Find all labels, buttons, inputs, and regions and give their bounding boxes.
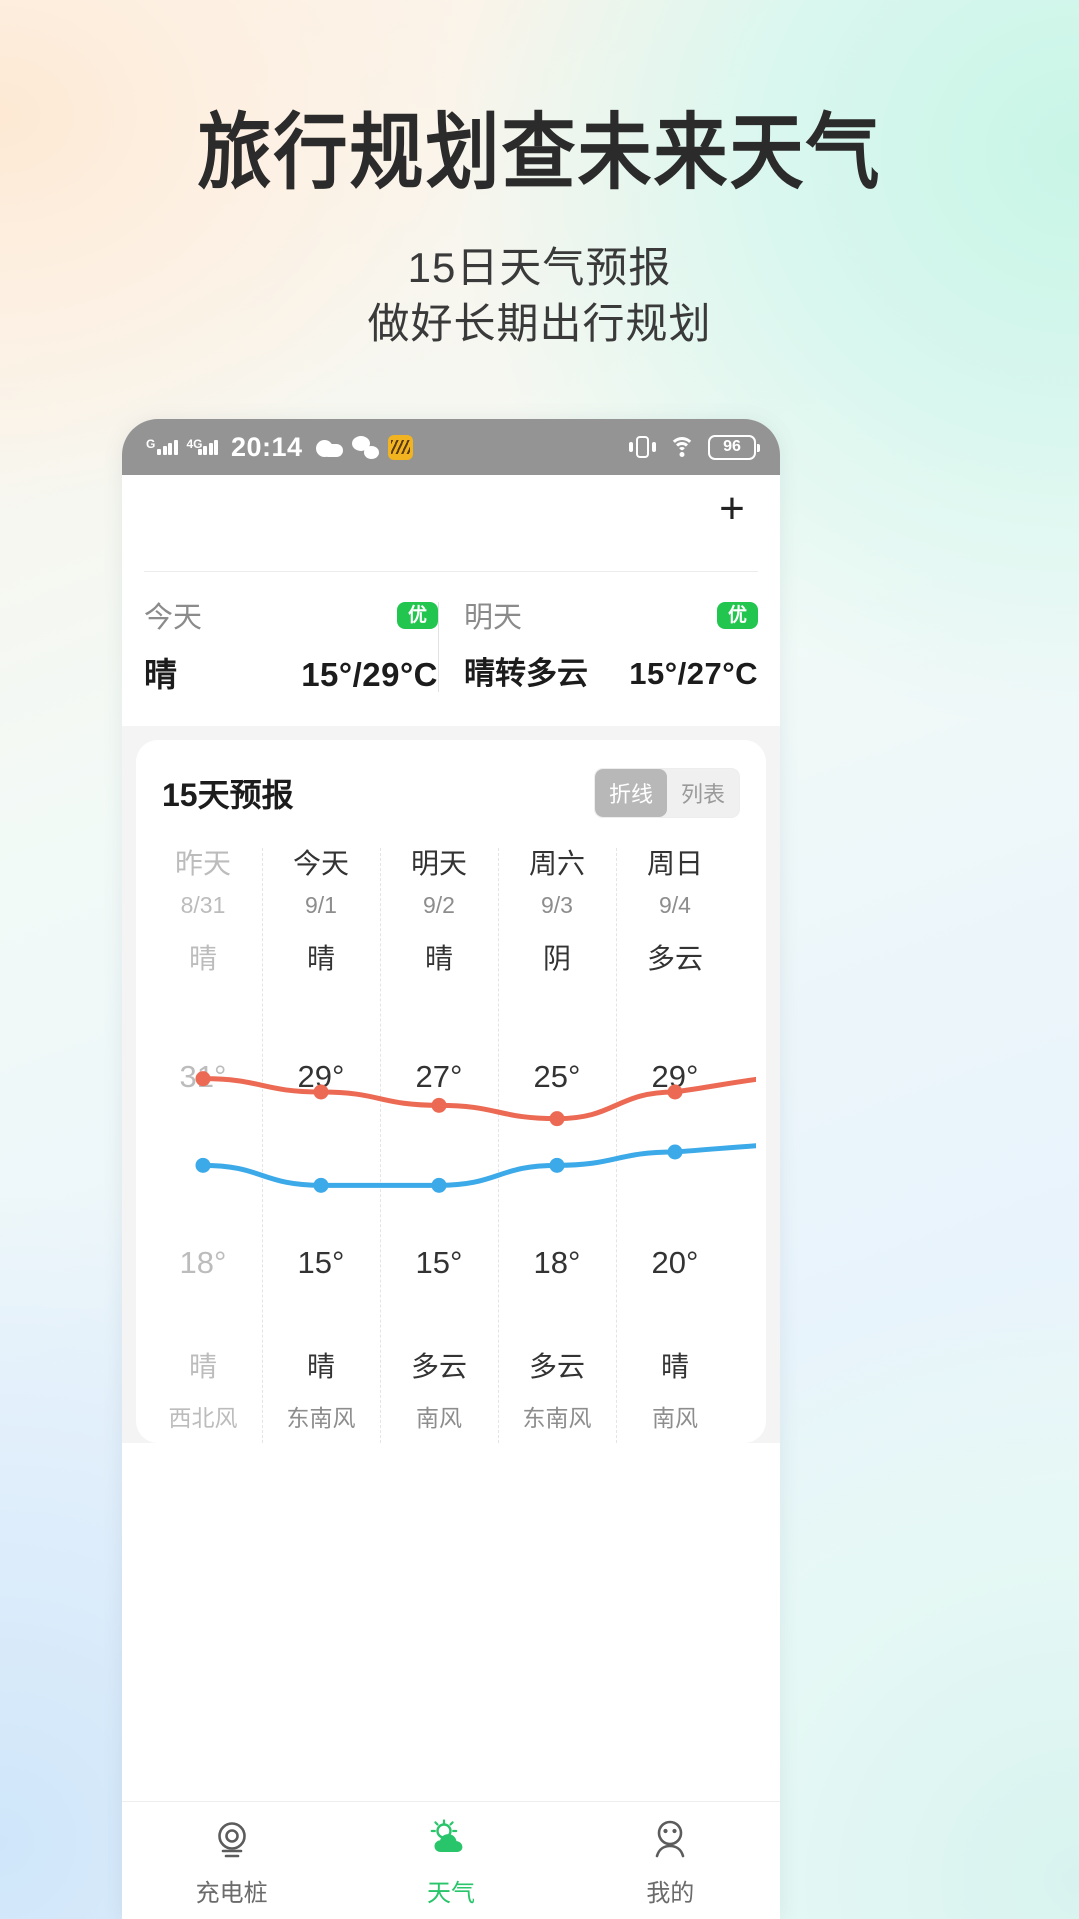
forecast-day-condition: 晴 [188,943,217,974]
forecast-day-name: 昨天 [174,848,231,879]
summary-today-top: 今天 优 [144,598,438,634]
wifi-icon [668,436,696,458]
forecast-high-temp: 29° [651,1059,699,1094]
summary-tomorrow-temperature: 15°/27°C [629,656,758,691]
promo-subtitle-line1: 15日天气预报 [407,244,672,291]
wechat-icon [351,435,379,459]
phone-mockup: G 4G 20:14 96 + 今天 优 晴 15°/29°C 明天 优 晴转多… [122,419,780,1919]
summary-today-aqi-badge: 优 [396,601,438,629]
forecast-date: 9/3 [541,892,573,918]
promo-headline: 旅行规划查未来天气 [197,105,882,202]
summary-tomorrow-condition: 晴转多云 [464,656,588,691]
forecast-wind: 东南风 [522,1405,592,1431]
forecast-low-temp: 15° [297,1245,345,1280]
forecast-day-name: 周六 [528,848,585,879]
weather-icon [341,1813,560,1867]
signal-bars-icon-2: 4G [186,436,218,455]
forecast-night-condition: 多云 [410,1351,467,1382]
battery-indicator: 96 [708,434,760,460]
nav-item-profile[interactable]: 我的 [561,1813,780,1908]
forecast-columns[interactable]: 昨天 8/31 晴 31° 18° 晴西北风 今天 9/1 晴 29° 15° 晴东南风 明天 9/2 晴 2… [136,842,766,1443]
bottom-navigation[interactable]: 充电桩 天气 我的 [122,1801,780,1919]
summary-today[interactable]: 今天 优 晴 15°/29°C [144,598,438,696]
forecast-wind: 南风 [652,1405,698,1431]
nav-label-weather: 天气 [426,1880,475,1907]
forecast-column[interactable]: 周六 9/3 阴 25° 18° 多云东南风 [498,842,616,1443]
forecast-wind: 南风 [416,1405,462,1431]
forecast-night-condition: 多云 [528,1351,585,1382]
toggle-line-view[interactable]: 折线 [594,769,667,817]
forecast-day-name: 明天 [410,848,467,879]
promo-subtitle-line2: 做好长期出行规划 [367,300,712,347]
forecast-card-header: 15天预报 折线 列表 [136,766,766,820]
forecast-column[interactable]: 今天 9/1 晴 29° 15° 晴东南风 [262,842,380,1443]
forecast-wind: 西北风 [168,1405,238,1431]
add-city-button[interactable]: + [712,487,752,531]
app-content: + 今天 优 晴 15°/29°C 明天 优 晴转多云 15°/27°C 15天… [122,475,780,1443]
forecast-night-condition: 晴 [306,1351,335,1382]
charging-pile-icon [122,1813,341,1867]
nav-item-weather[interactable]: 天气 [341,1813,560,1908]
forecast-column[interactable]: 昨天 8/31 晴 31° 18° 晴西北风 [144,842,262,1443]
forecast-high-temp: 29° [297,1059,345,1094]
forecast-low-temp: 15° [415,1245,463,1280]
signal-bars-icon-1: G [146,436,178,455]
forecast-card-title: 15天预报 [162,777,294,813]
forecast-view-toggle[interactable]: 折线 列表 [593,768,740,818]
summary-today-temperature: 15°/29°C [301,656,438,693]
cloud-icon [315,438,343,457]
battery-percent-label: 96 [723,438,741,455]
forecast-column[interactable]: 周日 9/4 多云 29° 20° 晴南风 [616,842,734,1443]
status-bar-left: G 4G 20:14 [146,432,413,463]
forecast-wind: 东南风 [286,1405,356,1431]
forecast-low-temp: 18° [179,1245,227,1280]
summary-today-bottom: 晴 15°/29°C [144,648,438,696]
forecast-day-condition: 晴 [424,943,453,974]
nav-label-charging-pile: 充电桩 [195,1880,268,1907]
summary-today-condition: 晴 [144,656,177,693]
status-bar: G 4G 20:14 96 [122,419,780,475]
status-bar-right: 96 [629,434,760,460]
forecast-date: 9/1 [305,892,337,918]
nav-item-charging-pile[interactable]: 充电桩 [122,1813,341,1908]
forecast-low-temp: 18° [533,1245,581,1280]
forecast-card-wrapper: 15天预报 折线 列表 昨天 8/31 晴 31° 18° 晴西北风 今天 9/1 晴 29° 15… [122,726,780,1443]
forecast-night-condition: 晴 [660,1351,689,1382]
forecast-high-temp: 25° [533,1059,581,1094]
forecast-column[interactable]: 明天 9/2 晴 27° 15° 多云南风 [380,842,498,1443]
toggle-list-view[interactable]: 列表 [667,769,739,817]
forecast-date: 9/4 [659,892,691,918]
weather-summary: 今天 优 晴 15°/29°C 明天 优 晴转多云 15°/27°C [122,572,780,726]
status-bar-clock: 20:14 [231,431,303,462]
forecast-high-temp: 31° [179,1059,227,1094]
profile-icon [561,1813,780,1867]
forecast-day-condition: 多云 [646,943,703,974]
carrier2-label: 4G [186,436,203,451]
promo-background: 旅行规划查未来天气 15日天气预报 做好长期出行规划 G 4G 20:14 96… [0,0,1079,1919]
vibrate-icon [629,436,656,458]
summary-tomorrow-top: 明天 优 [464,598,758,634]
summary-tomorrow-aqi-badge: 优 [716,601,758,629]
nav-label-profile: 我的 [646,1880,695,1907]
forecast-low-temp: 20° [651,1245,699,1280]
summary-tomorrow-bottom: 晴转多云 15°/27°C [464,648,758,693]
forecast-date: 9/2 [423,892,455,918]
summary-tomorrow-day: 明天 [464,602,523,634]
forecast-card: 15天预报 折线 列表 昨天 8/31 晴 31° 18° 晴西北风 今天 9/1 晴 29° 15… [136,740,766,1443]
app-top-bar: + [122,475,780,547]
app-notification-icon [387,434,413,460]
forecast-day-name: 周日 [646,848,703,879]
forecast-night-condition: 晴 [188,1351,217,1382]
forecast-high-temp: 27° [415,1059,463,1094]
forecast-date: 8/31 [180,892,226,918]
summary-today-day: 今天 [144,602,203,634]
carrier1-label: G [146,436,156,451]
forecast-day-condition: 阴 [542,943,571,974]
forecast-day-condition: 晴 [306,943,335,974]
summary-tomorrow[interactable]: 明天 优 晴转多云 15°/27°C [438,598,758,696]
forecast-day-name: 今天 [292,848,349,879]
